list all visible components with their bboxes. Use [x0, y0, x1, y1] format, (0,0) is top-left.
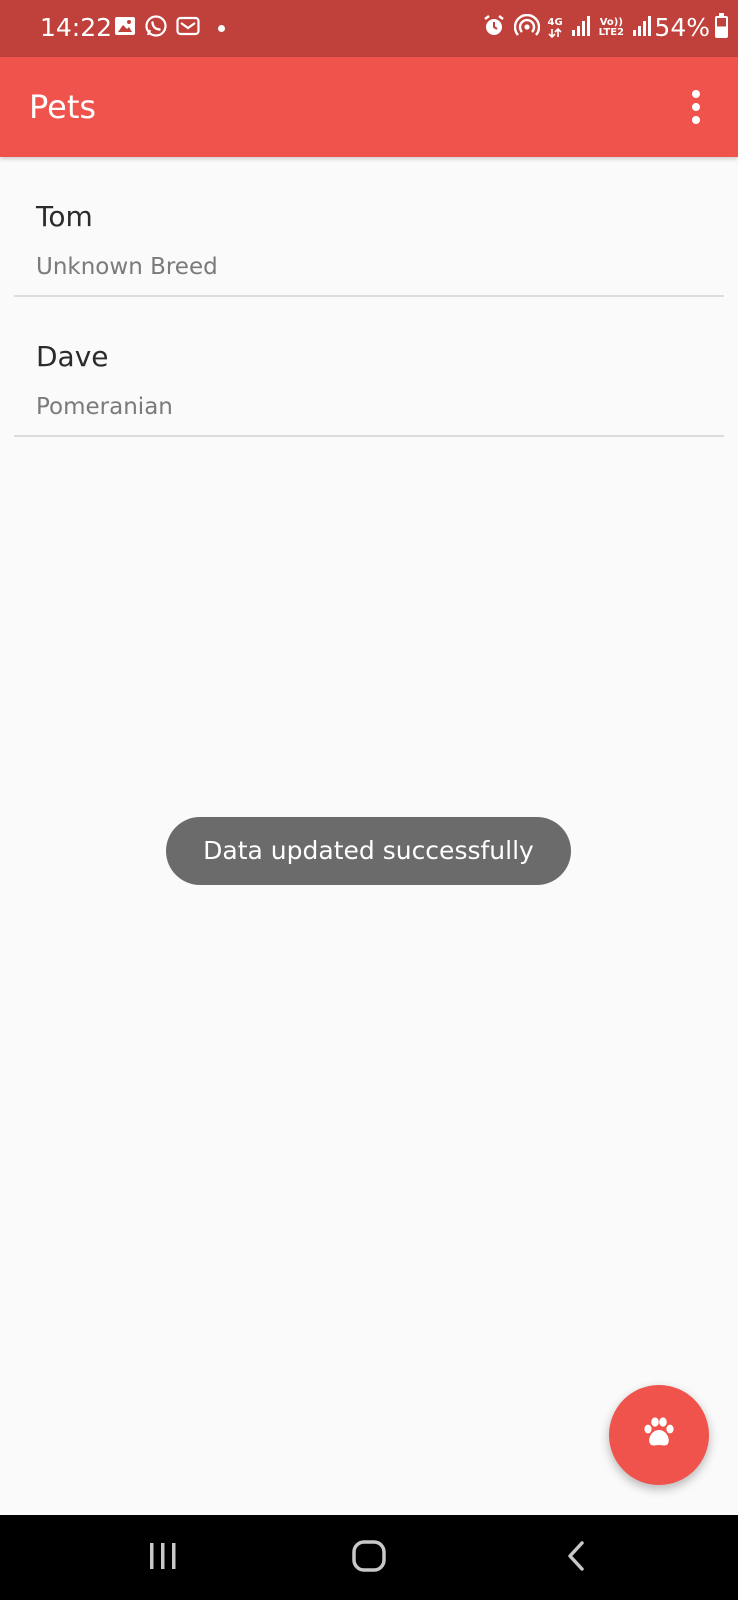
- home-button[interactable]: [339, 1533, 399, 1583]
- list-item[interactable]: Dave Pomeranian: [14, 297, 724, 437]
- status-time: 14:22: [40, 13, 113, 42]
- back-button[interactable]: [546, 1533, 606, 1583]
- screen: 14:22 4G Vo)) LTE2 54% Pets Tom Unknown …: [0, 0, 738, 1600]
- more-vert-icon-dot: [692, 103, 700, 111]
- whatsapp-icon: [144, 14, 168, 42]
- back-icon: [564, 1540, 588, 1576]
- page-title: Pets: [29, 88, 97, 126]
- status-bar: 14:22 4G Vo)) LTE2 54%: [0, 0, 738, 57]
- more-vert-icon-dot: [692, 116, 700, 124]
- battery-icon: [715, 13, 728, 38]
- app-bar: Pets: [0, 57, 738, 157]
- email-icon: [176, 16, 200, 40]
- hotspot-icon: [513, 13, 540, 42]
- more-notifications-dot: [218, 25, 225, 32]
- alarm-icon: [482, 14, 506, 42]
- signal-icon-sim2: [632, 15, 652, 41]
- pet-breed: Pomeranian: [36, 394, 173, 420]
- notification-icons: [114, 14, 200, 42]
- pet-breed: Unknown Breed: [36, 254, 218, 280]
- recents-button[interactable]: [133, 1533, 193, 1583]
- list-item[interactable]: Tom Unknown Breed: [14, 157, 724, 297]
- network-4g-icon: 4G: [548, 18, 563, 38]
- battery-percentage: 54%: [654, 13, 710, 42]
- add-pet-button[interactable]: [609, 1385, 709, 1485]
- toast-message: Data updated successfully: [166, 817, 571, 885]
- system-icons: 4G Vo)) LTE2: [482, 13, 653, 42]
- more-vert-icon-dot: [692, 90, 700, 98]
- home-icon: [351, 1539, 387, 1577]
- paw-icon: [641, 1416, 677, 1454]
- volte-icon: Vo)) LTE2: [598, 17, 624, 38]
- navigation-bar: [0, 1515, 738, 1600]
- signal-icon-sim1: [571, 15, 591, 41]
- pet-list: Tom Unknown Breed Dave Pomeranian: [0, 157, 738, 437]
- overflow-menu-button[interactable]: [672, 83, 720, 131]
- gallery-icon: [114, 15, 136, 41]
- pet-name: Tom: [36, 200, 93, 233]
- recents-icon: [147, 1541, 179, 1575]
- pet-name: Dave: [36, 340, 109, 373]
